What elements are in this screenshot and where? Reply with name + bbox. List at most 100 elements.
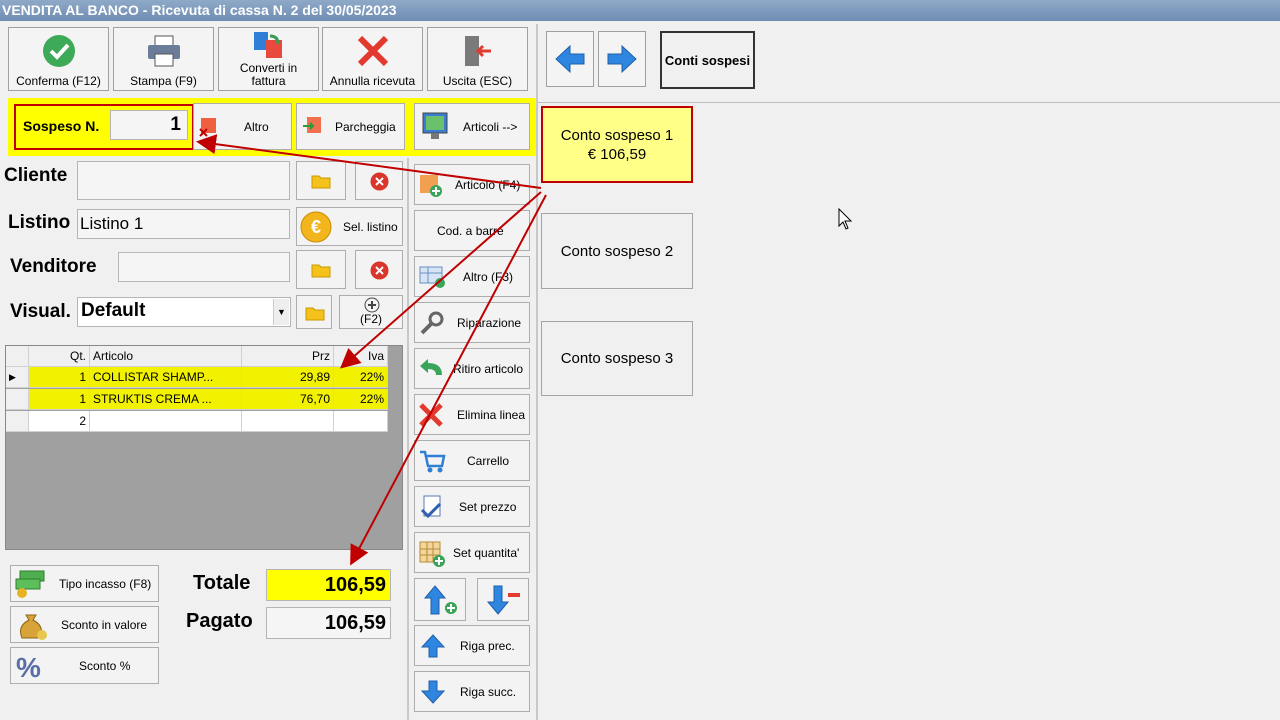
cell-qt: 2 [29, 411, 90, 432]
sconto-perc-button[interactable]: % Sconto % [10, 647, 159, 684]
money-icon [15, 570, 45, 598]
sconto-valore-button[interactable]: Sconto in valore [10, 606, 159, 643]
articoli-label: Articoli --> [463, 119, 518, 134]
riparazione-button[interactable]: Riparazione [414, 302, 530, 343]
wrench-icon [420, 311, 444, 335]
uscita-label: Uscita (ESC) [442, 74, 513, 88]
vertical-divider [536, 24, 538, 720]
ritiro-label: Ritiro articolo [453, 361, 524, 376]
return-arrow-icon [420, 359, 442, 375]
elimina-label: Elimina linea [457, 407, 526, 422]
horizontal-divider [538, 102, 1280, 103]
clear-icon [370, 261, 389, 280]
stampa-button[interactable]: Stampa (F9) [113, 27, 214, 91]
arrow-down-icon [420, 680, 446, 704]
articolo-f4-button[interactable]: Articolo (F4) [414, 164, 530, 205]
venditore-clear-button[interactable] [355, 250, 403, 289]
prev-arrow-button[interactable] [546, 31, 594, 87]
cell-prz: 29,89 [242, 367, 334, 388]
riga-succ-button[interactable]: Riga succ. [414, 671, 530, 712]
table-row[interactable]: 1 STRUKTIS CREMA ... 76,70 22% [6, 389, 388, 410]
set-prezzo-button[interactable]: Set prezzo [414, 486, 530, 527]
cliente-clear-button[interactable] [355, 161, 403, 200]
sospeso-number[interactable]: 1 [110, 110, 188, 140]
venditore-folder-button[interactable] [296, 250, 346, 289]
converti-fattura-button[interactable]: Converti in fattura [218, 27, 319, 91]
move-down-remove-button[interactable] [477, 578, 529, 621]
tipo-incasso-label: Tipo incasso (F8) [59, 576, 152, 591]
park-icon [303, 117, 321, 133]
venditore-field[interactable] [118, 252, 290, 282]
altro-f3-button[interactable]: Altro (F3) [414, 256, 530, 297]
conto-sospeso-2[interactable]: Conto sospeso 2 [541, 213, 693, 289]
set-quantita-button[interactable]: Set quantita' [414, 532, 530, 573]
table-row[interactable]: ▶ 1 COLLISTAR SHAMP... 29,89 22% [6, 367, 388, 388]
arrow-up-plus-icon [423, 585, 457, 615]
annulla-ricevuta-button[interactable]: Annulla ricevuta [322, 27, 423, 91]
arrow-left-icon [555, 44, 585, 74]
check-icon [42, 35, 75, 67]
sel-listino-button[interactable]: € Sel. listino [296, 207, 403, 246]
cod-barre-label: Cod. a barre [437, 223, 504, 238]
move-up-add-button[interactable] [414, 578, 466, 621]
euro-coin-icon: € [300, 211, 332, 243]
exit-door-icon [464, 36, 491, 66]
articoli-button[interactable]: Articoli --> [414, 103, 530, 150]
cell-iva: 22% [334, 389, 388, 410]
visual-add-button[interactable]: (F2) [339, 295, 403, 329]
sconto-valore-label: Sconto in valore [61, 617, 148, 632]
uscita-button[interactable]: Uscita (ESC) [427, 27, 528, 91]
grid-header: Qt. Articolo Prz Iva [6, 346, 388, 367]
riparazione-label: Riparazione [457, 315, 522, 330]
cell-articolo: COLLISTAR SHAMP... [90, 367, 242, 388]
conto-2-title: Conto sospeso 2 [560, 242, 674, 260]
pagato-value[interactable]: 106,59 [266, 607, 391, 639]
visual-select[interactable]: Default ▼ [77, 297, 291, 327]
conti-sospesi-button[interactable]: Conti sospesi [660, 31, 755, 89]
cod-barre-button[interactable]: Cod. a barre [414, 210, 530, 251]
arrow-up-icon [420, 634, 446, 658]
conferma-button[interactable]: Conferma (F12) [8, 27, 109, 91]
cell-qt: 1 [29, 367, 90, 388]
svg-text:%: % [16, 652, 41, 681]
cliente-folder-button[interactable] [296, 161, 346, 200]
set-prezzo-label: Set prezzo [459, 499, 517, 514]
cell-prz [242, 411, 334, 432]
cell-iva: 22% [334, 367, 388, 388]
annulla-label: Annulla ricevuta [329, 74, 416, 88]
printer-icon [147, 35, 180, 67]
altro-sospeso-button[interactable]: Altro [193, 103, 292, 150]
carrello-label: Carrello [467, 453, 510, 468]
visual-label: Visual. [10, 301, 71, 322]
svg-text:€: € [311, 217, 321, 237]
visual-folder-button[interactable] [296, 295, 332, 329]
table-row[interactable]: 2 [6, 411, 388, 432]
folder-icon [311, 175, 331, 189]
cell-qt: 1 [29, 389, 90, 410]
riga-succ-label: Riga succ. [460, 684, 517, 699]
f2-label: (F2) [360, 312, 382, 326]
cell-articolo [90, 411, 242, 432]
add-icon [364, 297, 380, 313]
parcheggia-button[interactable]: Parcheggia [296, 103, 405, 150]
cliente-field[interactable] [77, 161, 290, 200]
elimina-linea-button[interactable]: Elimina linea [414, 394, 530, 435]
grid-add-icon [419, 266, 445, 288]
conto-sospeso-3[interactable]: Conto sospeso 3 [541, 321, 693, 396]
next-arrow-button[interactable] [598, 31, 646, 87]
col-iva: Iva [334, 346, 388, 367]
delete-x-icon [419, 403, 443, 427]
carrello-button[interactable]: Carrello [414, 440, 530, 481]
folder-icon [305, 307, 325, 321]
parcheggia-label: Parcheggia [335, 119, 396, 134]
dropdown-arrow-icon[interactable]: ▼ [273, 299, 289, 325]
pagato-label: Pagato [186, 610, 253, 632]
tipo-incasso-button[interactable]: Tipo incasso (F8) [10, 565, 159, 602]
listino-field[interactable]: Listino 1 [77, 209, 290, 239]
window-title: VENDITA AL BANCO - Ricevuta di cassa N. … [0, 0, 1280, 21]
arrow-down-minus-icon [486, 585, 520, 615]
conto-sospeso-1[interactable]: Conto sospeso 1 € 106,59 [541, 106, 693, 183]
riga-prec-button[interactable]: Riga prec. [414, 625, 530, 666]
col-qt: Qt. [29, 346, 90, 367]
ritiro-articolo-button[interactable]: Ritiro articolo [414, 348, 530, 389]
